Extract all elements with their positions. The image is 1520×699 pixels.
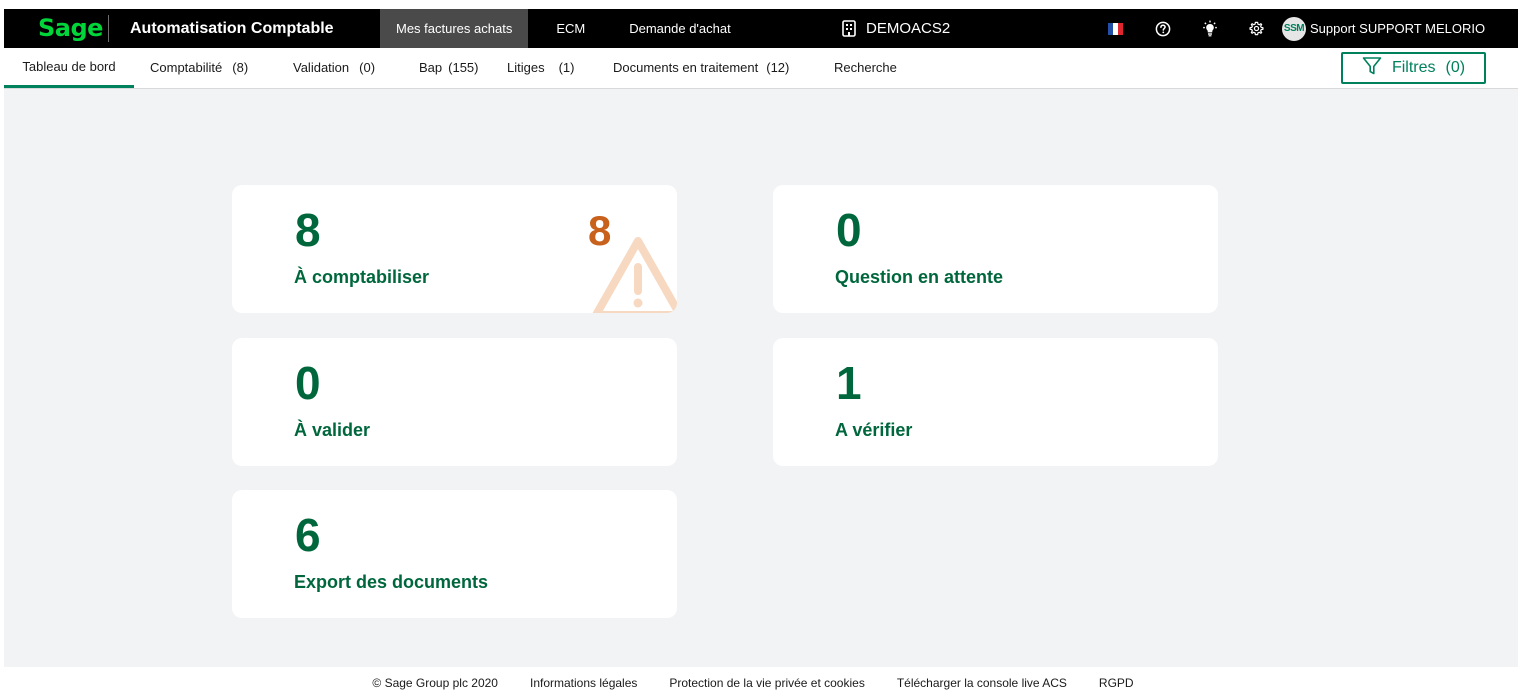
- card-value: 0: [836, 204, 862, 256]
- tab-count: (0): [359, 60, 376, 75]
- company-selector[interactable]: DEMOACS2: [842, 9, 950, 48]
- tab-label: Validation: [293, 60, 350, 75]
- tab-bap[interactable]: Bap (155): [419, 48, 479, 88]
- top-nav-mes-factures-achats[interactable]: Mes factures achats: [380, 9, 529, 48]
- tab-validation[interactable]: Validation (0): [293, 48, 375, 88]
- sage-logo[interactable]: Sage: [38, 11, 103, 45]
- lightbulb-icon[interactable]: [1186, 9, 1233, 48]
- top-bar: Sage Automatisation Comptable Mes factur…: [4, 9, 1518, 48]
- sub-nav: Tableau de bord Comptabilité (8) Validati…: [4, 48, 1518, 89]
- user-name: Support SUPPORT MELORIO: [1310, 21, 1486, 36]
- filter-label: Filtres: [1391, 59, 1436, 76]
- top-nav-ecm[interactable]: ECM: [528, 9, 613, 48]
- card-value: 8: [295, 204, 321, 256]
- france-flag-icon[interactable]: [1092, 9, 1139, 48]
- tab-tableau-de-bord[interactable]: Tableau de bord: [4, 48, 134, 88]
- card-export-des-documents[interactable]: 6 Export des documents: [232, 490, 677, 618]
- tab-count: (12): [766, 60, 790, 75]
- card-value: 6: [295, 509, 321, 561]
- footer: © Sage Group plc 2020 Informations légal…: [4, 667, 1518, 699]
- footer-link-rgpd[interactable]: RGPD: [1099, 676, 1134, 690]
- card-label: À comptabiliser: [294, 267, 430, 287]
- card-a-valider[interactable]: 0 À valider: [232, 338, 677, 466]
- tab-documents-en-traitement[interactable]: Documents en traitement (12): [613, 48, 789, 88]
- tab-recherche[interactable]: Recherche: [834, 48, 897, 88]
- tab-count: (1): [558, 60, 575, 75]
- card-label: Question en attente: [835, 267, 1004, 287]
- top-nav-demande-achat[interactable]: Demande d'achat: [613, 9, 747, 48]
- copyright: © Sage Group plc 2020: [372, 676, 498, 690]
- card-label: À valider: [294, 420, 371, 440]
- logo-divider: [108, 15, 109, 42]
- filter-icon: [1362, 56, 1382, 81]
- tab-litiges[interactable]: Litiges (1): [507, 48, 574, 88]
- tab-label: Bap: [419, 60, 443, 75]
- building-icon: [842, 20, 856, 37]
- card-value: 1: [836, 357, 862, 409]
- gear-icon[interactable]: [1233, 9, 1280, 48]
- warning-icon: [588, 235, 677, 313]
- app-title: Automatisation Comptable: [130, 20, 334, 37]
- card-value: 0: [295, 357, 321, 409]
- card-label: A vérifier: [835, 420, 913, 440]
- avatar: SSM: [1282, 16, 1306, 41]
- card-question-en-attente[interactable]: 0 Question en attente: [773, 185, 1218, 313]
- footer-link-protection-vie-privee[interactable]: Protection de la vie privée et cookies: [669, 676, 864, 690]
- company-name: DEMOACS2: [866, 20, 951, 37]
- tab-label: Tableau de bord: [22, 59, 116, 74]
- top-icons: [1092, 9, 1280, 48]
- tab-comptabilite[interactable]: Comptabilité (8): [150, 48, 248, 88]
- footer-link-telecharger-console[interactable]: Télécharger la console live ACS: [897, 676, 1067, 690]
- tab-label: Litiges: [507, 60, 545, 75]
- footer-link-informations-legales[interactable]: Informations légales: [530, 676, 637, 690]
- user-menu[interactable]: SSM Support SUPPORT MELORIO: [1282, 9, 1485, 48]
- top-nav: Mes factures achats ECM Demande d'achat: [380, 9, 747, 48]
- card-label: Export des documents: [294, 572, 489, 592]
- card-a-comptabiliser[interactable]: 8 À comptabiliser 8: [232, 185, 677, 313]
- tab-label: Recherche: [834, 60, 897, 75]
- help-icon[interactable]: [1139, 9, 1186, 48]
- filter-count: (0): [1445, 59, 1466, 76]
- tab-count: (155): [448, 60, 479, 75]
- card-a-verifier[interactable]: 1 A vérifier: [773, 338, 1218, 466]
- app-frame: Sage Automatisation Comptable Mes factur…: [4, 9, 1518, 699]
- tab-label: Documents en traitement: [613, 60, 759, 75]
- filter-button[interactable]: Filtres (0): [1341, 52, 1486, 84]
- tab-count: (8): [232, 60, 249, 75]
- tab-label: Comptabilité: [150, 60, 223, 75]
